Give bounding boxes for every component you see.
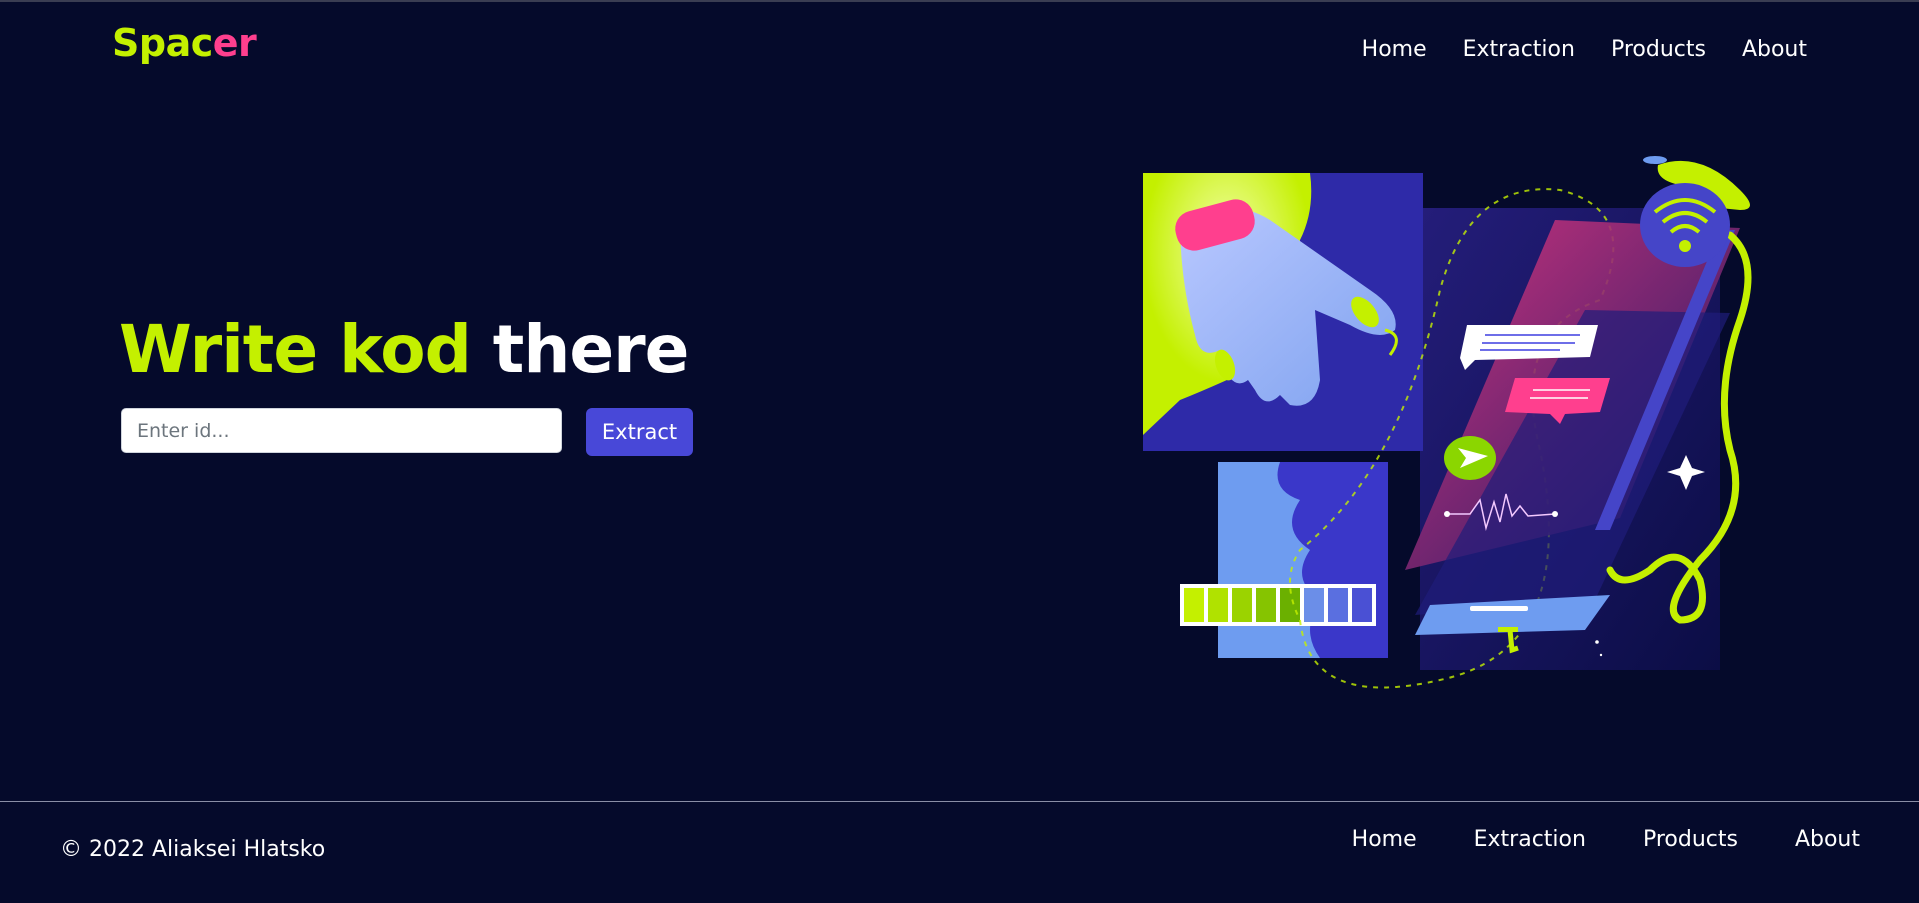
send-icon — [1444, 436, 1496, 480]
hero-illustration — [1143, 156, 1752, 689]
hero-headline: Write kod there — [119, 310, 690, 390]
headline-green: Write kod — [119, 311, 472, 388]
logo[interactable]: Spacer — [112, 21, 257, 65]
extract-button[interactable]: Extract — [586, 408, 693, 456]
logo-part-pink: er — [212, 21, 257, 65]
header-nav: Home Extraction Products About — [1362, 36, 1807, 64]
nav-products[interactable]: Products — [1611, 36, 1706, 64]
footer-nav: Home Extraction Products About — [1352, 826, 1860, 854]
footer-nav-home[interactable]: Home — [1352, 826, 1417, 854]
footer-divider — [0, 801, 1919, 802]
copyright-text: © 2022 Aliaksei Hlatsko — [60, 837, 326, 862]
progress-bar-graphic — [1180, 584, 1376, 626]
nav-extraction[interactable]: Extraction — [1463, 36, 1575, 64]
top-border — [0, 0, 1919, 2]
footer-nav-about[interactable]: About — [1795, 826, 1860, 854]
footer-nav-products[interactable]: Products — [1643, 826, 1738, 854]
logo-part-green: Spac — [112, 21, 213, 65]
headline-white: there — [492, 311, 690, 388]
id-input[interactable] — [121, 408, 562, 453]
nav-about[interactable]: About — [1742, 36, 1807, 64]
wifi-icon — [1640, 156, 1750, 267]
footer-nav-extraction[interactable]: Extraction — [1474, 826, 1586, 854]
nav-home[interactable]: Home — [1362, 36, 1427, 64]
